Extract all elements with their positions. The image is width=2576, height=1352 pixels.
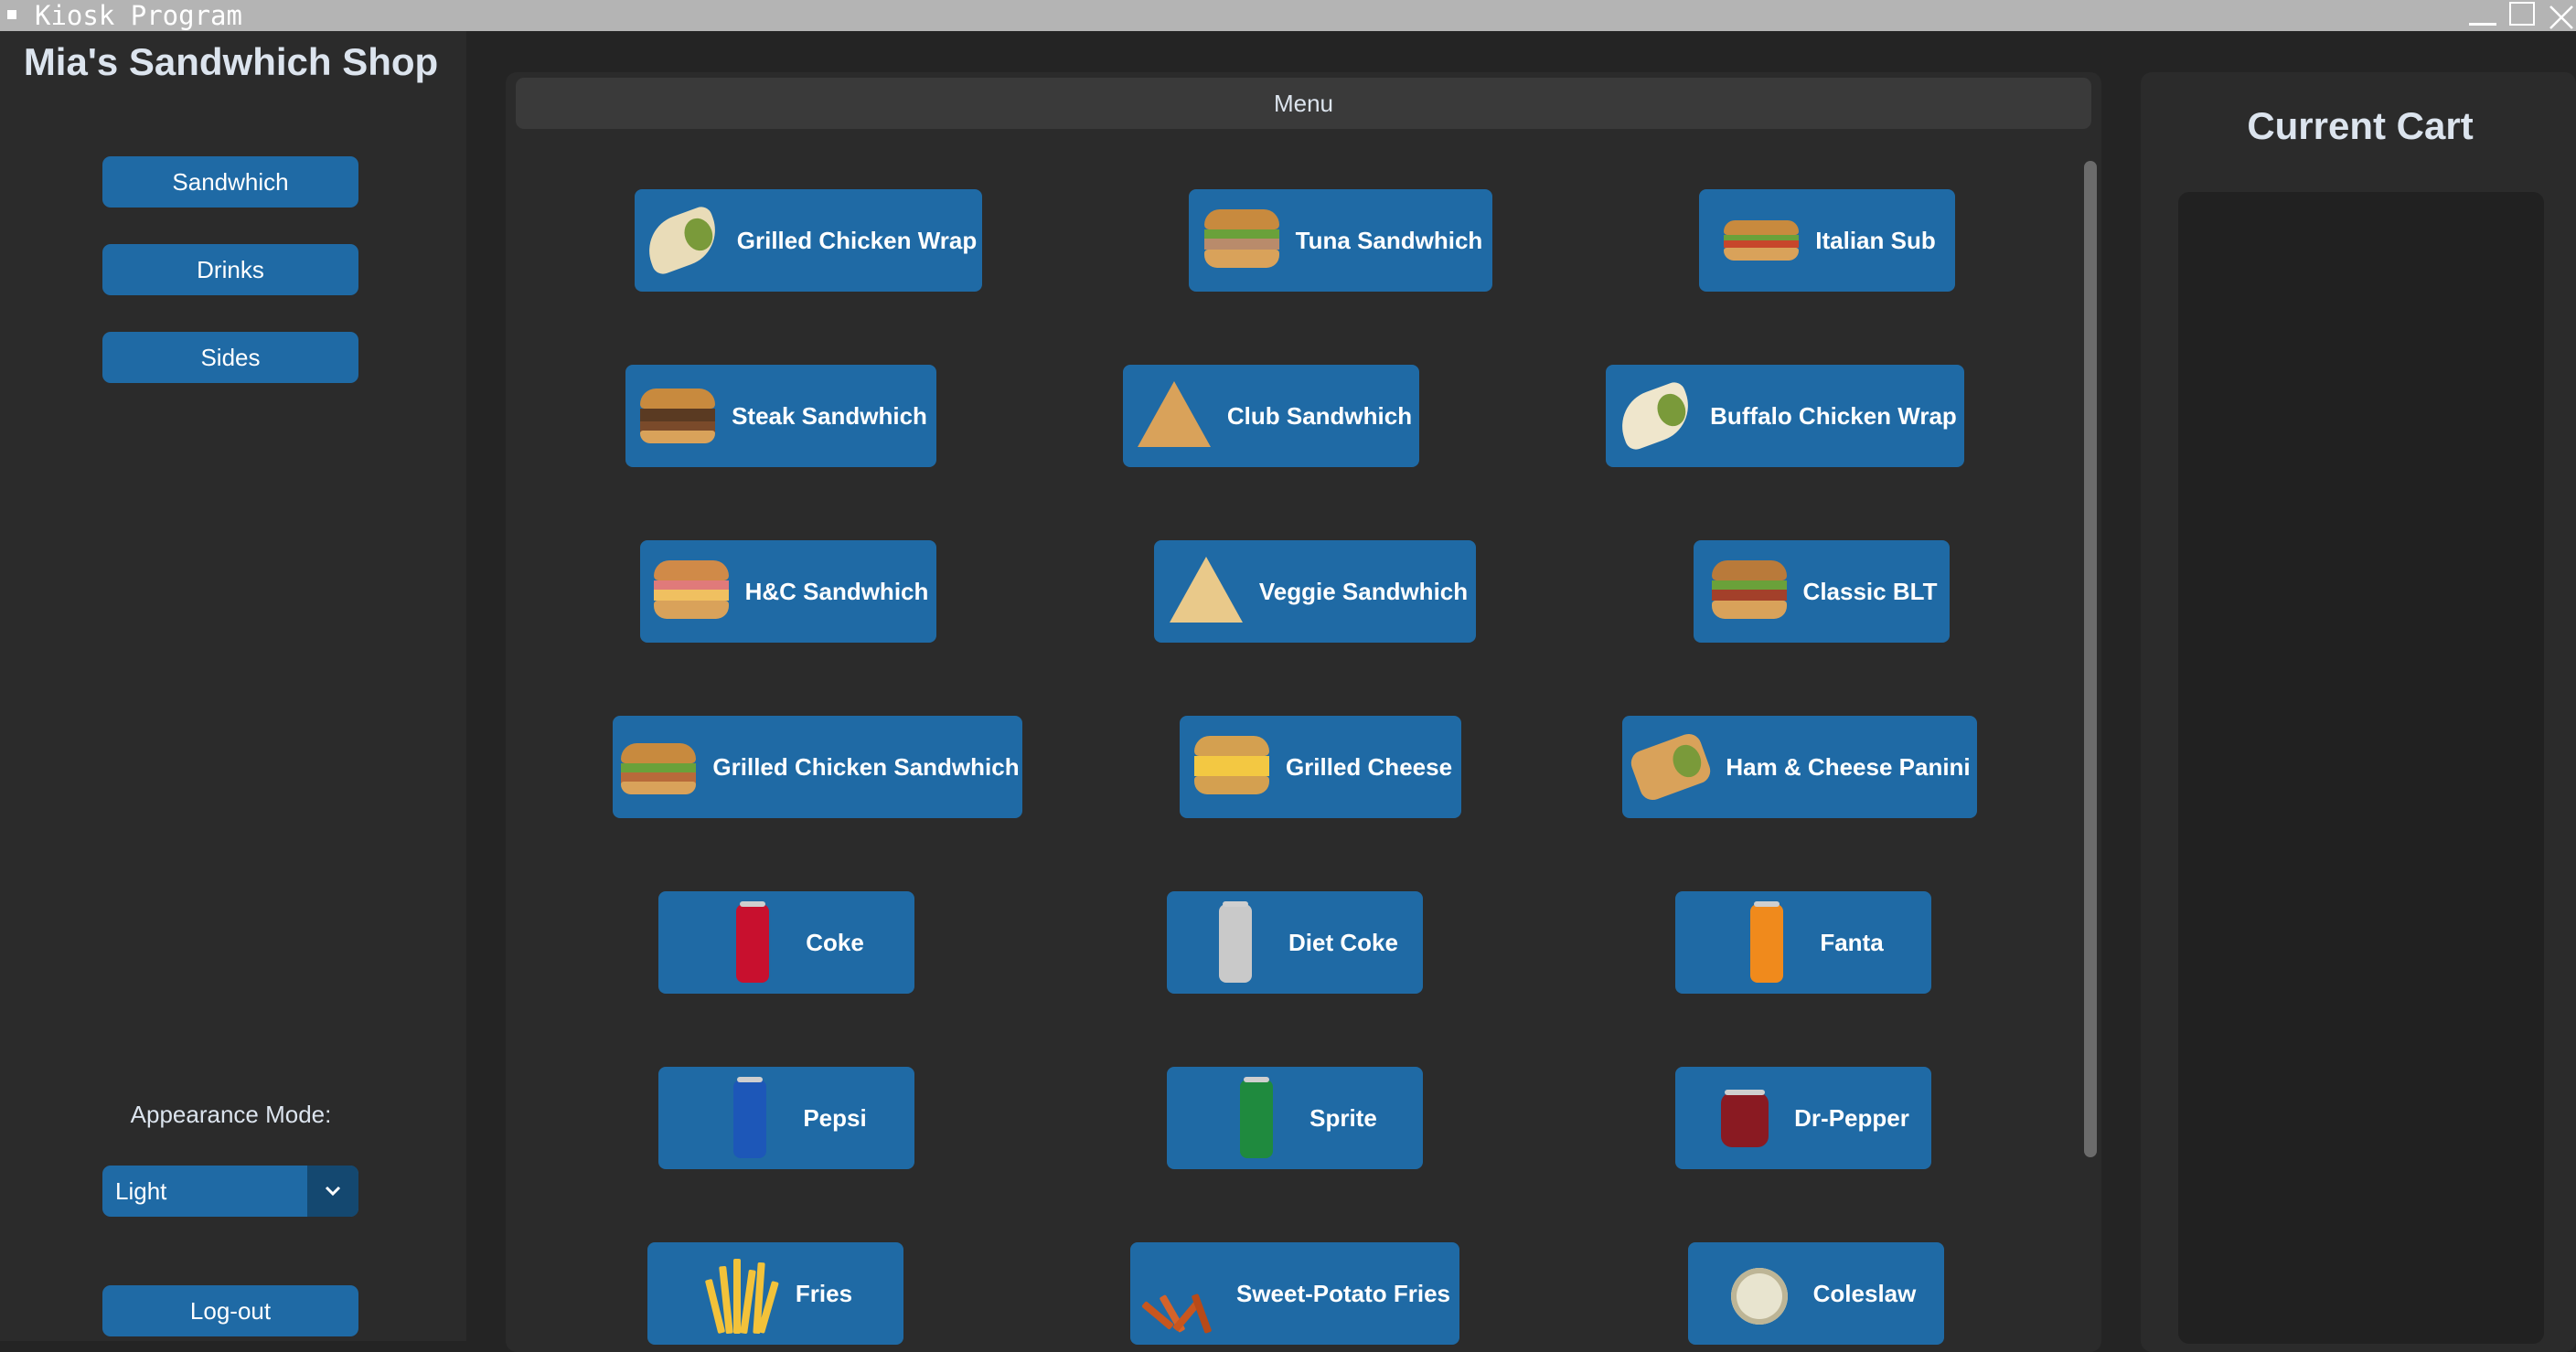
menu-item-fanta[interactable]: Fanta — [1675, 891, 1931, 994]
buffalo-chicken-wrap-image — [1611, 372, 1699, 460]
menu-item-tuna-sandwich[interactable]: Tuna Sandwhich — [1189, 189, 1492, 292]
menu-item-diet-coke[interactable]: Diet Coke — [1167, 891, 1423, 994]
menu-item-label: Diet Coke — [1288, 928, 1398, 956]
menu-item-coleslaw[interactable]: Coleslaw — [1688, 1242, 1944, 1345]
coleslaw-image — [1716, 1250, 1801, 1337]
sweet-potato-fries-image — [1139, 1250, 1224, 1337]
menu-item-label: Dr-Pepper — [1794, 1103, 1909, 1132]
menu-item-label: Pepsi — [803, 1103, 867, 1132]
category-button-sandwich[interactable]: Sandwhich — [102, 156, 358, 208]
sprite-can-image — [1213, 1074, 1297, 1162]
menu-item-label: Club Sandwhich — [1226, 401, 1413, 430]
menu-item-label: Ham & Cheese Panini — [1726, 752, 1971, 781]
menu-item-veggie-sandwich[interactable]: Veggie Sandwhich — [1154, 540, 1476, 643]
grilled-chicken-sandwich-image — [615, 723, 700, 811]
cart-title: Current Cart — [2247, 104, 2474, 147]
logout-button[interactable]: Log-out — [102, 1285, 358, 1336]
dr-pepper-can-image — [1697, 1074, 1781, 1162]
menu-item-steak-sandwich[interactable]: Steak Sandwhich — [625, 365, 936, 467]
category-button-sides[interactable]: Sides — [102, 332, 358, 383]
coke-can-image — [709, 899, 793, 986]
menu-item-label: Sweet-Potato Fries — [1235, 1279, 1451, 1307]
menu-item-italian-sub[interactable]: Italian Sub — [1699, 189, 1955, 292]
appearance-mode-select[interactable]: Light — [102, 1166, 358, 1217]
menu-item-label: Grilled Chicken Sandwhich — [712, 752, 1020, 781]
maximize-icon[interactable] — [2509, 2, 2535, 26]
close-icon[interactable] — [2548, 4, 2575, 29]
veggie-sandwich-image — [1162, 548, 1246, 635]
menu-item-sprite[interactable]: Sprite — [1167, 1067, 1423, 1169]
tuna-sandwich-image — [1199, 197, 1283, 284]
menu-item-label: Coleslaw — [1812, 1279, 1917, 1307]
minimize-icon[interactable] — [2469, 4, 2496, 27]
menu-header: Menu — [516, 78, 2091, 129]
app-icon — [7, 10, 16, 19]
classic-blt-image — [1706, 548, 1790, 635]
menu-item-label: Classic BLT — [1802, 577, 1938, 605]
menu-item-grilled-cheese[interactable]: Grilled Cheese — [1180, 716, 1461, 818]
menu-item-classic-blt[interactable]: Classic BLT — [1694, 540, 1950, 643]
menu-item-label: Veggie Sandwhich — [1258, 577, 1469, 605]
window-titlebar: Kiosk Program — [0, 0, 2576, 31]
menu-item-label: Steak Sandwhich — [732, 401, 927, 430]
menu-item-label: Grilled Chicken Wrap — [736, 226, 978, 254]
fanta-can-image — [1723, 899, 1807, 986]
club-sandwich-image — [1130, 372, 1214, 460]
menu-item-dr-pepper[interactable]: Dr-Pepper — [1675, 1067, 1931, 1169]
menu-item-sweet-potato-fries[interactable]: Sweet-Potato Fries — [1130, 1242, 1459, 1345]
pepsi-can-image — [706, 1074, 790, 1162]
menu-item-pepsi[interactable]: Pepsi — [658, 1067, 914, 1169]
italian-sub-image — [1718, 197, 1802, 284]
menu-item-club-sandwich[interactable]: Club Sandwhich — [1123, 365, 1419, 467]
menu-item-fries[interactable]: Fries — [647, 1242, 903, 1345]
cart-list[interactable] — [2178, 192, 2544, 1344]
menu-item-hc-sandwich[interactable]: H&C Sandwhich — [640, 540, 936, 643]
menu-item-label: Coke — [806, 928, 864, 956]
menu-item-label: Italian Sub — [1815, 226, 1936, 254]
appearance-mode-value: Light — [115, 1177, 167, 1205]
fries-image — [699, 1250, 783, 1337]
menu-item-buffalo-chicken-wrap[interactable]: Buffalo Chicken Wrap — [1606, 365, 1964, 467]
shop-title: Mia's Sandwhich Shop — [23, 40, 439, 83]
menu-item-label: Fanta — [1820, 928, 1884, 956]
grilled-chicken-wrap-image — [638, 197, 725, 284]
steak-sandwich-image — [635, 372, 719, 460]
ham-cheese-panini-image — [1628, 723, 1715, 811]
grilled-cheese-image — [1189, 723, 1273, 811]
menu-item-ham-cheese-panini[interactable]: Ham & Cheese Panini — [1622, 716, 1977, 818]
window-title: Kiosk Program — [35, 0, 242, 31]
menu-item-grilled-chicken-sandwich[interactable]: Grilled Chicken Sandwhich — [613, 716, 1022, 818]
menu-item-label: Fries — [795, 1279, 853, 1307]
menu-item-grilled-chicken-wrap[interactable]: Grilled Chicken Wrap — [635, 189, 982, 292]
chevron-down-icon[interactable] — [307, 1166, 358, 1217]
menu-item-label: H&C Sandwhich — [744, 577, 929, 605]
category-button-drinks[interactable]: Drinks — [102, 244, 358, 295]
menu-scrollbar[interactable] — [2084, 161, 2097, 1157]
diet-coke-can-image — [1192, 899, 1276, 986]
menu-item-label: Buffalo Chicken Wrap — [1710, 401, 1957, 430]
hc-sandwich-image — [648, 548, 732, 635]
sidebar — [0, 31, 466, 1341]
menu-item-label: Tuna Sandwhich — [1295, 226, 1483, 254]
menu-item-coke[interactable]: Coke — [658, 891, 914, 994]
menu-item-label: Grilled Cheese — [1285, 752, 1453, 781]
appearance-mode-label: Appearance Mode: — [130, 1101, 332, 1128]
menu-item-label: Sprite — [1309, 1103, 1377, 1132]
